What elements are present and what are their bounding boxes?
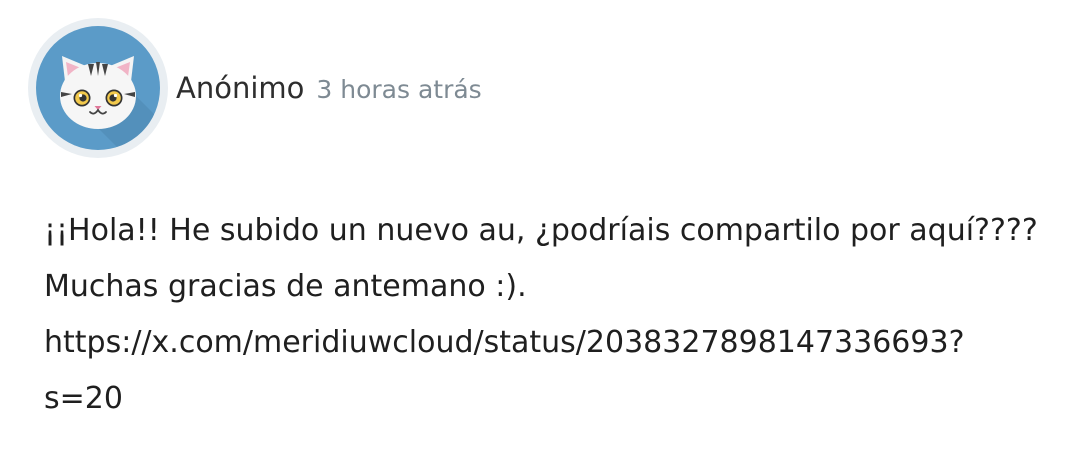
cat-avatar-icon: [36, 26, 160, 150]
comment-header: Anónimo 3 horas atrás: [28, 17, 482, 159]
comment-link-continuation[interactable]: s=20: [44, 371, 1044, 427]
comment-timestamp: 3 horas atrás: [316, 75, 482, 104]
comment-meta: Anónimo 3 horas atrás: [176, 71, 482, 105]
comment-line: Muchas gracias de antemano :).: [44, 269, 527, 304]
author-name[interactable]: Anónimo: [176, 71, 304, 105]
comment-link[interactable]: https://x.com/meridiuwcloud/status/20383…: [44, 315, 1044, 371]
comment-card: Anónimo 3 horas atrás ¡¡Hola!! He subido…: [0, 0, 1080, 468]
comment-line: ¡¡Hola!! He subido un nuevo au, ¿podríai…: [44, 213, 1038, 248]
comment-body: ¡¡Hola!! He subido un nuevo au, ¿podríai…: [44, 203, 1044, 427]
avatar[interactable]: [28, 18, 168, 158]
